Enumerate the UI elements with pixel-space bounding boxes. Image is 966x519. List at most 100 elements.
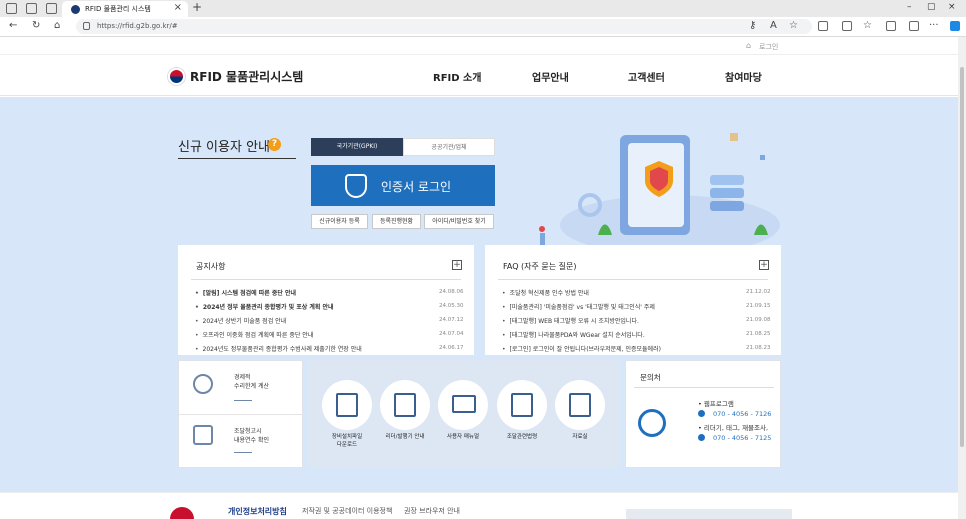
notice-more-icon[interactable]: + [452,260,462,270]
copyright-policy-link[interactable]: 저작권 및 공공데이터 이용정책 [302,506,392,516]
divider [634,387,774,388]
user-manual-shortcut[interactable]: 사용자 매뉴얼 [438,380,488,441]
site-favicon-icon [71,5,80,14]
certificate-login-button[interactable]: 인증서 로그인 [311,165,495,206]
lock-icon: ⌂ [746,41,752,50]
faq-item[interactable]: • 조달청 혁신제품 인수 방법 안내 [502,288,589,297]
divider [498,279,768,280]
window-close-icon[interactable]: × [948,2,956,12]
find-id-password-button[interactable]: 아이디/비밀번호 찾기 [424,214,494,229]
url-field[interactable]: https://rfid.g2b.go.kr/# [76,19,812,34]
site-logo-text: RFID 물품관리시스템 [190,69,304,84]
hero-section: 신규 이용자 안내 ? 국가기관(GPKI) 공공기관/업체 인증서 로그인 신… [0,97,958,492]
menu-participation[interactable]: 참여마당 [725,69,762,84]
profile-icon[interactable] [6,3,17,14]
browser-tab[interactable]: RFID 물품관리 시스템 × [62,1,188,17]
contact-phone[interactable]: 070 - 4056 - 7126 [698,410,771,418]
minimize-icon[interactable]: – [907,2,912,12]
collections-icon[interactable] [886,21,896,31]
faq-item[interactable]: • [미술품관리] '미술품점검' vs '태그발행 및 태그인식' 주제 [502,302,655,311]
extension-icon[interactable] [818,21,828,31]
notice-item[interactable]: • 2024년 상반기 미술품 점검 안내 [195,316,286,325]
copilot-icon[interactable] [950,21,960,31]
notice-item[interactable]: • [알림] 시스템 점검에 따른 중단 안내 [195,288,296,297]
browser-tabbar: RFID 물품관리 시스템 × + – ▢ × [0,0,966,17]
scrollbar-thumb[interactable] [960,67,964,447]
contact-category: • 웹프로그램 [698,400,734,408]
faq-more-icon[interactable]: + [759,260,769,270]
back-icon[interactable]: ← [9,20,17,31]
footer-select[interactable] [626,509,792,519]
registration-status-button[interactable]: 등록진행현황 [372,214,421,229]
split-screen-icon[interactable] [842,21,852,31]
tab-gpki[interactable]: 국가기관(GPKI) [311,138,403,156]
new-tab-icon[interactable]: + [192,0,202,14]
arrow-circle-icon [698,410,705,417]
checklist-icon [193,425,213,445]
more-menu-icon[interactable]: ··· [929,20,939,31]
password-key-icon[interactable]: ⚷ [749,20,756,31]
close-tab-icon[interactable]: × [174,2,182,13]
procurement-law-shortcut[interactable]: 조달관련법령 [497,380,547,441]
help-icon[interactable]: ? [268,138,281,151]
archive-shortcut[interactable]: 자료실 [555,380,605,441]
divider [179,414,304,415]
faq-title: FAQ (자주 묻는 질문) [503,262,577,271]
read-aloud-icon[interactable]: A [770,20,777,31]
notice-item[interactable]: • 2024년도 정부물품관리 종합평가 수범사례 제출기한 연장 안내 [195,344,362,353]
security-illustration [539,133,780,255]
faq-date: 21.08.25 [746,331,771,337]
arrow-circle-icon [698,434,705,441]
web-page: ⌂ 로그인 RFID 물품관리시스템 RFID 소개 업무안내 고객센터 참여마… [0,37,958,519]
download-devices-icon [336,393,358,417]
shortcut-label: 자료실 [572,434,588,440]
install-files-shortcut[interactable]: 장비설치파일 다운로드 [322,380,372,449]
quick-links-panel: 경제적 수리한계 계산 조달청고시 내용연수 확인 [178,360,304,468]
footer: 개인정보처리방침 저작권 및 공공데이터 이용정책 권장 브라우저 안내 [0,492,958,519]
shortcut-label: 사용자 매뉴얼 [446,434,480,440]
arrow-right-icon [234,400,252,401]
site-info-icon[interactable] [83,22,90,30]
notice-date: 24.06.17 [439,345,464,351]
refresh-icon[interactable]: ↻ [32,20,40,31]
faq-board: FAQ (자주 묻는 질문) + • 조달청 혁신제품 인수 방법 안내 21.1… [485,245,781,355]
favorites-icon[interactable]: ☆ [863,20,872,31]
main-navigation: RFID 물품관리시스템 RFID 소개 업무안내 고객센터 참여마당 [0,55,958,96]
contact-phone[interactable]: 070 - 4056 - 7125 [698,434,771,442]
notice-item[interactable]: • 2024년 정부 물품관리 종합평가 및 포상 계획 안내 [195,302,334,311]
maximize-icon[interactable]: ▢ [927,2,936,12]
divider [178,158,296,159]
menu-customer-center[interactable]: 고객센터 [628,69,665,84]
tab-actions-icon[interactable] [46,3,57,14]
reader-printer-guide-shortcut[interactable]: 리더/발행기 안내 [380,380,430,441]
faq-item[interactable]: • [태그발행] 나라물품PDA와 WGear 설치 순서입니다. [502,330,645,339]
browser-guide-link[interactable]: 권장 브라우저 안내 [404,506,460,516]
notice-date: 24.07.12 [439,317,464,323]
notice-item[interactable]: • 오프라인 이중화 점검 계획에 따른 중단 안내 [195,330,313,339]
faq-item[interactable]: • [로그인] 로그인이 잘 안됩니다(브라우저문제, 인증모듈에러) [502,344,661,353]
certificate-login-label: 인증서 로그인 [381,180,452,194]
signup-guide-title: 신규 이용자 안내 [178,140,270,155]
home-icon[interactable]: ⌂ [54,20,60,31]
new-user-register-button[interactable]: 신규이용자 등록 [311,214,368,229]
contact-title: 문의처 [640,373,661,382]
faq-date: 21.12.02 [746,289,771,295]
menu-work-guide[interactable]: 업무안내 [532,69,569,84]
taegeuk-logo-icon [168,67,185,85]
browser-essentials-icon[interactable] [909,21,919,31]
tab-public-institution[interactable]: 공공기관/업체 [403,138,495,156]
site-logo[interactable]: RFID 물품관리시스템 [168,67,303,85]
page-scrollbar[interactable] [958,37,966,519]
laptop-icon [452,395,476,413]
workspaces-icon[interactable] [26,3,37,14]
faq-item[interactable]: • [태그발행] WEB 태그발행 오류 시 조치방안입니다. [502,316,639,325]
tab-title: RFID 물품관리 시스템 [85,5,151,13]
menu-rfid-intro[interactable]: RFID 소개 [433,69,481,84]
favorite-star-icon[interactable]: ☆ [789,20,798,31]
contact-category: • 리더기, 태그, 재물조사, [698,424,769,432]
login-link[interactable]: 로그인 [759,42,778,52]
notice-date: 24.07.04 [439,331,464,337]
shield-lock-icon [345,174,367,198]
privacy-policy-link[interactable]: 개인정보처리방침 [228,506,287,517]
faq-date: 21.09.15 [746,303,771,309]
